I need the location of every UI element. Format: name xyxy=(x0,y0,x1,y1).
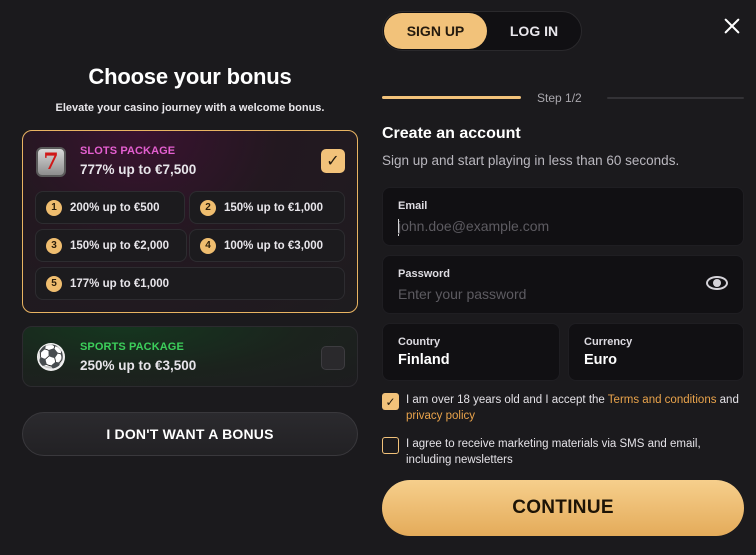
close-icon[interactable] xyxy=(720,14,744,38)
bonus-title: Choose your bonus xyxy=(88,64,292,89)
country-select[interactable]: Country Finland xyxy=(382,323,560,381)
bonus-panel: Choose your bonus Elevate your casino jo… xyxy=(0,0,370,555)
tab-login[interactable]: LOG IN xyxy=(488,13,580,49)
sports-package-amount: 250% up to €3,500 xyxy=(80,358,197,373)
auth-tabs: SIGN UP LOG IN xyxy=(382,11,582,51)
password-input[interactable] xyxy=(398,286,678,302)
tab-signup[interactable]: SIGN UP xyxy=(384,13,487,49)
terms-text-middle: and xyxy=(716,394,739,406)
tier-label: 177% up to €1,000 xyxy=(70,277,170,290)
tier-label: 200% up to €500 xyxy=(70,201,160,214)
email-input[interactable] xyxy=(398,218,678,234)
tier-label: 150% up to €1,000 xyxy=(224,201,324,214)
terms-checkbox[interactable]: ✓ xyxy=(382,393,399,410)
slots-tier-4: 4 100% up to €3,000 xyxy=(189,229,345,262)
marketing-checkbox[interactable] xyxy=(382,437,399,454)
no-bonus-button[interactable]: I DON'T WANT A BONUS xyxy=(22,412,358,456)
soccer-ball-icon: ⚽ xyxy=(37,343,65,371)
terms-row: ✓ I am over 18 years old and I accept th… xyxy=(382,392,746,424)
slots-tier-2: 2 150% up to €1,000 xyxy=(189,191,345,224)
tier-number-badge: 1 xyxy=(46,199,62,216)
email-field[interactable]: Email xyxy=(382,187,744,246)
page-title: Create an account xyxy=(382,125,521,142)
tier-number-badge: 4 xyxy=(200,237,216,254)
slots-package-card[interactable]: 7 SLOTS PACKAGE 777% up to €7,500 ✓ 1 20… xyxy=(22,130,358,313)
marketing-row: I agree to receive marketing materials v… xyxy=(382,436,746,468)
terms-link[interactable]: Terms and conditions xyxy=(608,394,717,406)
page-subtitle: Sign up and start playing in less than 6… xyxy=(382,153,680,168)
sports-package-card[interactable]: ⚽ SPORTS PACKAGE 250% up to €3,500 xyxy=(22,326,358,387)
sports-package-checkbox[interactable] xyxy=(321,346,345,370)
bonus-subtitle: Elevate your casino journey with a welco… xyxy=(55,102,325,114)
slot-machine-icon: 7 xyxy=(35,146,67,178)
email-label: Email xyxy=(398,200,428,212)
slots-package-checkbox[interactable]: ✓ xyxy=(321,149,345,173)
step-indicator: Step 1/2 xyxy=(537,91,582,105)
terms-text-start: I am over 18 years old and I accept the xyxy=(406,394,608,406)
check-icon: ✓ xyxy=(326,153,340,170)
slots-tier-5: 5 177% up to €1,000 xyxy=(35,267,345,300)
slots-package-amount: 777% up to €7,500 xyxy=(80,162,197,177)
country-value: Finland xyxy=(398,352,450,368)
tier-number-badge: 2 xyxy=(200,199,216,216)
password-label: Password xyxy=(398,268,450,280)
progress-bar-complete xyxy=(382,96,521,99)
check-icon: ✓ xyxy=(385,394,396,409)
currency-select[interactable]: Currency Euro xyxy=(568,323,744,381)
slots-tier-1: 1 200% up to €500 xyxy=(35,191,185,224)
continue-button[interactable]: CONTINUE xyxy=(382,480,744,536)
currency-label: Currency xyxy=(584,336,633,348)
privacy-policy-link[interactable]: privacy policy xyxy=(406,410,475,422)
marketing-text: I agree to receive marketing materials v… xyxy=(406,438,701,466)
eye-icon[interactable] xyxy=(706,276,728,290)
tier-number-badge: 5 xyxy=(46,275,62,292)
signup-panel: SIGN UP LOG IN Step 1/2 Create an accoun… xyxy=(370,0,756,555)
currency-value: Euro xyxy=(584,352,618,368)
slots-package-name: SLOTS PACKAGE xyxy=(80,145,176,157)
sports-package-name: SPORTS PACKAGE xyxy=(80,341,184,353)
slots-tier-3: 3 150% up to €2,000 xyxy=(35,229,187,262)
progress-bar-remaining xyxy=(607,97,744,99)
tier-label: 150% up to €2,000 xyxy=(70,239,170,252)
country-label: Country xyxy=(398,336,441,348)
password-field[interactable]: Password xyxy=(382,255,744,314)
tier-number-badge: 3 xyxy=(46,237,62,254)
terms-text: I am over 18 years old and I accept the … xyxy=(406,392,746,424)
tier-label: 100% up to €3,000 xyxy=(224,239,324,252)
